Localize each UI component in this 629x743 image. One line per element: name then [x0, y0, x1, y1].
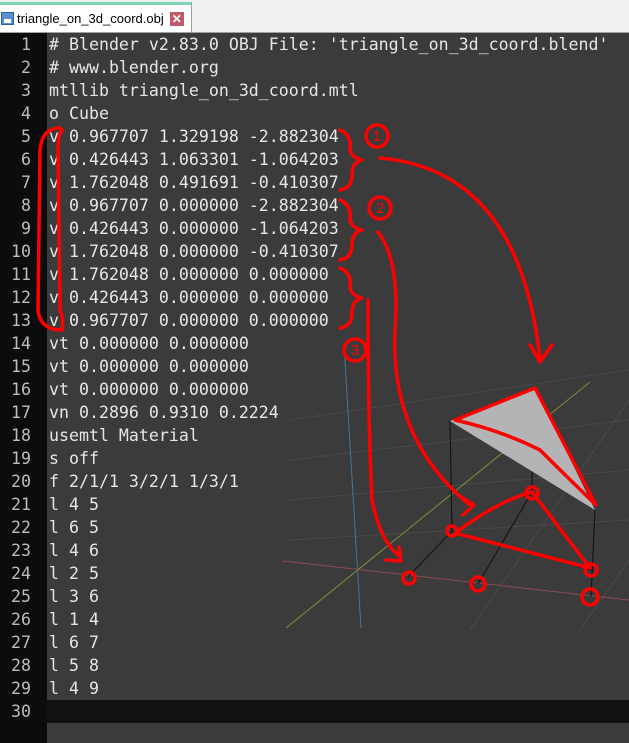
code-line[interactable]: # www.blender.org [47, 56, 629, 79]
line-number: 7 [21, 173, 31, 192]
code-line[interactable]: v 1.762048 0.000000 -0.410307 [47, 240, 629, 263]
tab-title: triangle_on_3d_coord.obj [17, 11, 164, 26]
line-number: 15 [11, 357, 31, 376]
code-line[interactable]: vt 0.000000 0.000000 [47, 332, 629, 355]
line-number: 27 [11, 633, 31, 652]
line-number: 18 [11, 426, 31, 445]
tab-file[interactable]: triangle_on_3d_coord.obj ✕ [0, 2, 192, 32]
code-line[interactable]: v 1.762048 0.491691 -0.410307 [47, 171, 629, 194]
code-line[interactable]: l 1 4 [47, 608, 629, 631]
code-line[interactable]: l 6 7 [47, 631, 629, 654]
line-number: 21 [11, 495, 31, 514]
line-number: 1 [21, 35, 31, 54]
line-number: 26 [11, 610, 31, 629]
line-number: 11 [11, 265, 31, 284]
code-line[interactable]: v 0.967707 0.000000 0.000000 [47, 309, 629, 332]
text-editor[interactable]: # Blender v2.83.0 OBJ File: 'triangle_on… [47, 33, 629, 743]
code-line[interactable]: o Cube [47, 102, 629, 125]
line-number: 17 [11, 403, 31, 422]
line-number: 25 [11, 587, 31, 606]
line-number: 16 [11, 380, 31, 399]
line-number-gutter: 1 2 3 4 5 6 7 8 9 10 11 12 13 14 15 16 17 18 19 20 21 22 23 24 2… [0, 33, 47, 743]
line-number: 22 [11, 518, 31, 537]
code-line[interactable]: l 2 5 [47, 562, 629, 585]
code-line[interactable]: vn 0.2896 0.9310 0.2224 [47, 401, 629, 424]
line-number: 5 [21, 127, 31, 146]
code-line[interactable]: v 0.426443 0.000000 -1.064203 [47, 217, 629, 240]
code-line[interactable]: l 4 9 [47, 677, 629, 700]
code-line[interactable]: # Blender v2.83.0 OBJ File: 'triangle_on… [47, 33, 629, 56]
code-line[interactable]: usemtl Material [47, 424, 629, 447]
line-number: 20 [11, 472, 31, 491]
line-number: 2 [21, 58, 31, 77]
save-icon [1, 12, 14, 25]
line-number: 6 [21, 150, 31, 169]
line-number: 8 [21, 196, 31, 215]
line-number: 24 [11, 564, 31, 583]
close-icon[interactable]: ✕ [169, 11, 184, 26]
code-line[interactable]: v 0.426443 0.000000 0.000000 [47, 286, 629, 309]
line-number: 19 [11, 449, 31, 468]
code-line[interactable]: l 3 6 [47, 585, 629, 608]
line-number: 9 [21, 219, 31, 238]
code-line[interactable]: vt 0.000000 0.000000 [47, 378, 629, 401]
code-line[interactable]: l 5 8 [47, 654, 629, 677]
code-line[interactable]: v 0.967707 0.000000 -2.882304 [47, 194, 629, 217]
code-line[interactable]: v 1.762048 0.000000 0.000000 [47, 263, 629, 286]
code-line[interactable]: v 0.967707 1.329198 -2.882304 [47, 125, 629, 148]
code-line[interactable]: s off [47, 447, 629, 470]
code-line[interactable]: l 4 5 [47, 493, 629, 516]
line-number: 23 [11, 541, 31, 560]
tab-bar: triangle_on_3d_coord.obj ✕ [0, 0, 629, 33]
line-number: 30 [11, 702, 31, 721]
line-number: 28 [11, 656, 31, 675]
line-number: 4 [21, 104, 31, 123]
code-line[interactable]: f 2/1/1 3/2/1 1/3/1 [47, 470, 629, 493]
code-line[interactable]: v 0.426443 1.063301 -1.064203 [47, 148, 629, 171]
code-line[interactable]: mtllib triangle_on_3d_coord.mtl [47, 79, 629, 102]
code-line[interactable]: vt 0.000000 0.000000 [47, 355, 629, 378]
line-number: 12 [11, 288, 31, 307]
code-line[interactable]: l 6 5 [47, 516, 629, 539]
code-line[interactable] [47, 700, 629, 723]
line-number: 29 [11, 679, 31, 698]
line-number: 13 [11, 311, 31, 330]
line-number: 3 [21, 81, 31, 100]
line-number: 10 [11, 242, 31, 261]
line-number: 14 [11, 334, 31, 353]
code-line[interactable]: l 4 6 [47, 539, 629, 562]
